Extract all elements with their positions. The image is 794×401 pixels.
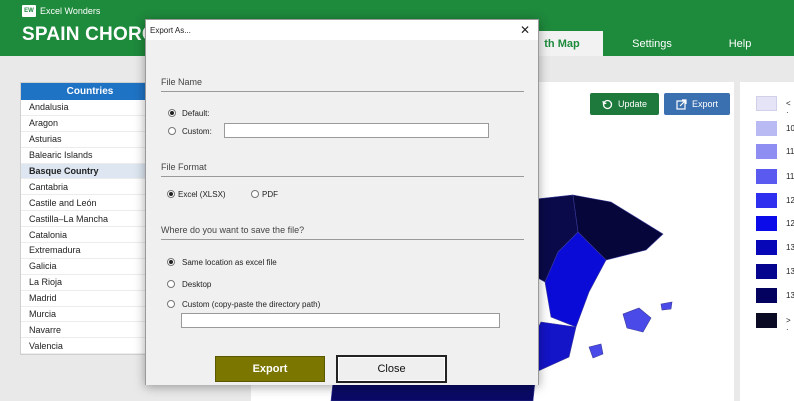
legend-swatch xyxy=(756,144,777,159)
dialog-titlebar: Export As... ✕ xyxy=(146,20,538,40)
custom-path-field[interactable] xyxy=(181,313,500,328)
close-icon[interactable]: ✕ xyxy=(518,23,532,37)
legend-swatch xyxy=(756,264,777,279)
dialog-body: File Name Default: Custom: File Format E… xyxy=(146,40,538,385)
legend-label: 10 xyxy=(786,124,794,133)
divider xyxy=(161,239,524,240)
radio-custom-name[interactable] xyxy=(168,127,176,135)
dialog-close-button[interactable]: Close xyxy=(336,355,447,383)
legend-label: 12 xyxy=(786,196,794,205)
legend-label: < · xyxy=(786,99,791,117)
legend-label: 11 xyxy=(786,172,794,181)
refresh-icon xyxy=(602,99,613,109)
custom-location-label: Custom (copy-paste the directory path) xyxy=(182,300,321,309)
radio-default-name[interactable] xyxy=(168,109,176,117)
tab-help[interactable]: Help xyxy=(705,31,775,56)
list-item[interactable]: Madrid xyxy=(21,291,159,307)
radio-excel[interactable] xyxy=(167,190,175,198)
legend-swatch xyxy=(756,216,777,231)
export-icon xyxy=(676,98,687,110)
list-item[interactable]: Catalonia xyxy=(21,227,159,244)
legend-label: 13 xyxy=(786,291,794,300)
list-item[interactable]: Castilla–La Mancha xyxy=(21,211,159,228)
file-name-section-title: File Name xyxy=(161,77,203,87)
map-region-balearic-menorca xyxy=(660,301,673,311)
legend-swatch xyxy=(756,96,777,111)
file-format-section-title: File Format xyxy=(161,162,207,172)
export-dialog: Export As... ✕ File Name Default: Custom… xyxy=(145,19,539,385)
legend-label: 13 xyxy=(786,243,794,252)
list-item[interactable]: Galicia xyxy=(21,259,159,275)
legend-label: 12 xyxy=(786,219,794,228)
custom-name-field[interactable] xyxy=(224,123,489,138)
list-item[interactable]: La Rioja xyxy=(21,275,159,291)
legend-swatch xyxy=(756,169,777,184)
update-button[interactable]: Update xyxy=(590,93,659,115)
dialog-title: Export As... xyxy=(150,25,191,35)
legend-swatch xyxy=(756,240,777,255)
list-item[interactable]: Andalusia xyxy=(21,100,159,116)
legend-swatch xyxy=(756,121,777,136)
list-item[interactable]: Navarre xyxy=(21,322,159,339)
list-item[interactable]: Valencia xyxy=(21,338,159,355)
divider xyxy=(161,91,524,92)
brand: EW Excel Wonders xyxy=(22,5,100,17)
brand-logo-icon: EW xyxy=(22,5,36,17)
dialog-export-button[interactable]: Export xyxy=(215,356,325,382)
pdf-label: PDF xyxy=(262,190,278,199)
list-item[interactable]: Extremadura xyxy=(21,243,159,259)
tab-settings[interactable]: Settings xyxy=(612,31,692,56)
desktop-label: Desktop xyxy=(182,280,212,289)
legend-swatch xyxy=(756,288,777,303)
list-item[interactable]: Balearic Islands xyxy=(21,148,159,164)
radio-custom-location[interactable] xyxy=(167,300,175,308)
list-item[interactable]: Castile and León xyxy=(21,195,159,212)
export-button[interactable]: Export xyxy=(664,93,730,115)
legend-swatch xyxy=(756,313,777,328)
countries-list: Countries Andalusia Aragon Asturias Bale… xyxy=(20,82,160,356)
export-label: Export xyxy=(691,99,718,109)
legend-swatch xyxy=(756,193,777,208)
same-location-label: Same location as excel file xyxy=(182,258,277,267)
radio-desktop[interactable] xyxy=(167,280,175,288)
brand-name: Excel Wonders xyxy=(40,6,101,16)
divider xyxy=(161,176,524,177)
list-item[interactable]: Murcia xyxy=(21,307,159,323)
location-section-title: Where do you want to save the file? xyxy=(161,225,305,235)
list-item[interactable]: Cantabria xyxy=(21,179,159,196)
map-region-balearic-ibiza xyxy=(588,343,604,359)
default-name-label: Default: xyxy=(182,109,210,118)
radio-pdf[interactable] xyxy=(251,190,259,198)
legend-label: 13 xyxy=(786,267,794,276)
excel-label: Excel (XLSX) xyxy=(178,190,226,199)
legend-label: > · xyxy=(786,316,791,334)
list-item-selected[interactable]: Basque Country xyxy=(21,163,159,180)
custom-name-label: Custom: xyxy=(182,127,212,136)
list-item[interactable]: Aragon xyxy=(21,116,159,132)
legend-label: 11 xyxy=(786,147,794,156)
map-region-balearic-mallorca xyxy=(622,307,652,333)
radio-same-location[interactable] xyxy=(167,258,175,266)
update-label: Update xyxy=(617,99,648,109)
list-item[interactable]: Asturias xyxy=(21,132,159,148)
countries-header: Countries xyxy=(21,83,159,100)
